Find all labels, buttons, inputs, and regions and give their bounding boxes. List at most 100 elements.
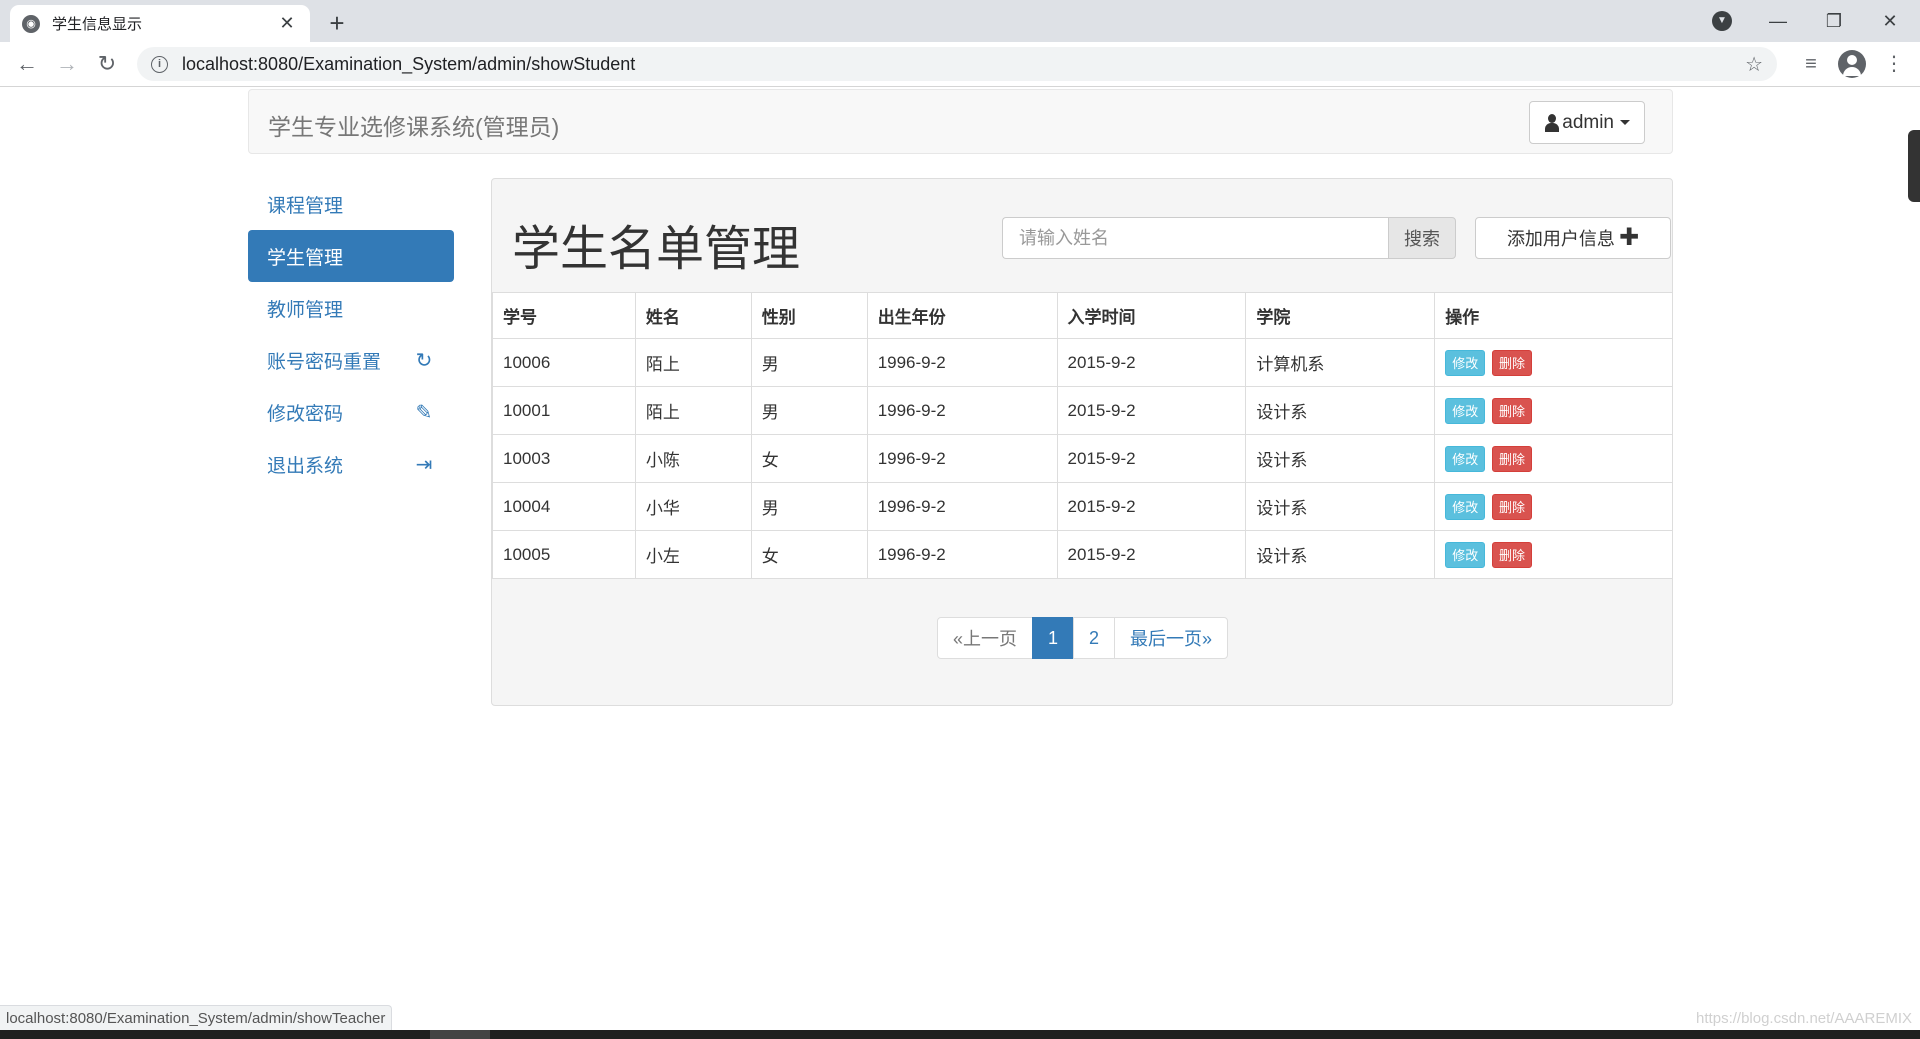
column-header: 姓名 <box>634 292 752 339</box>
bookmark-star-icon[interactable]: ☆ <box>1745 52 1763 77</box>
cell-actions: 修改 删除 <box>1434 482 1673 531</box>
sidebar-item-label: 退出系统 <box>267 455 344 477</box>
app-brand[interactable]: 学生专业选修课系统(管理员) <box>268 108 559 142</box>
cell-gender: 男 <box>750 338 868 387</box>
reload-icon[interactable]: ↻ <box>92 49 122 79</box>
cell-enroll: 2015-9-2 <box>1056 338 1247 387</box>
new-tab-button[interactable]: + <box>322 8 352 38</box>
delete-button[interactable]: 删除 <box>1491 397 1532 424</box>
table-row: 10004 小华 男 1996-9-2 2015-9-2 设计系 修改 删除 <box>492 482 1673 531</box>
cell-college: 设计系 <box>1245 386 1436 435</box>
tab-search-icon[interactable]: ▼ <box>1712 11 1732 31</box>
info-icon[interactable]: i <box>151 55 168 73</box>
sidebar-item-student[interactable]: 学生管理 <box>248 230 454 282</box>
search-input[interactable] <box>1002 217 1388 259</box>
pencil-icon: ✎ <box>415 401 433 424</box>
page-link-1[interactable]: 1 <box>1032 617 1075 659</box>
cell-enroll: 2015-9-2 <box>1056 386 1247 435</box>
page-link-2[interactable]: 2 <box>1073 617 1116 659</box>
student-list-panel: 学生名单管理 搜索 添加用户信息 ✚ 学号 姓名 性别 出生年份 入学时间 学院… <box>491 178 1673 706</box>
delete-button[interactable]: 删除 <box>1491 541 1532 568</box>
cell-name: 小华 <box>634 482 752 531</box>
cell-gender: 男 <box>750 386 868 435</box>
caret-down-icon <box>1620 120 1630 125</box>
sidebar-item-reset-password[interactable]: 账号密码重置 ↻ <box>248 334 454 386</box>
taskbar-item[interactable] <box>430 1030 490 1039</box>
tab-close-icon[interactable]: ✕ <box>276 13 298 34</box>
user-icon <box>1544 113 1560 132</box>
media-control-icon[interactable]: ≡ <box>1796 49 1826 79</box>
table-row: 10006 陌上 男 1996-9-2 2015-9-2 计算机系 修改 删除 <box>492 338 1673 387</box>
delete-button[interactable]: 删除 <box>1491 445 1532 472</box>
address-bar[interactable]: i localhost:8080/Examination_System/admi… <box>137 47 1777 81</box>
search-button[interactable]: 搜索 <box>1388 217 1456 259</box>
browser-tab[interactable]: ◉ 学生信息显示 ✕ <box>10 5 310 42</box>
page-title: 学生名单管理 <box>512 223 801 276</box>
edit-button[interactable]: 修改 <box>1445 541 1486 568</box>
user-dropdown-button[interactable]: admin <box>1529 101 1645 144</box>
cell-college: 设计系 <box>1245 530 1436 579</box>
cell-enroll: 2015-9-2 <box>1056 482 1247 531</box>
edit-button[interactable]: 修改 <box>1445 349 1486 376</box>
sidebar-item-label: 学生管理 <box>267 247 344 269</box>
browser-toolbar: ← → ↻ i localhost:8080/Examination_Syste… <box>0 42 1920 87</box>
cell-gender: 女 <box>750 530 868 579</box>
cell-name: 陌上 <box>634 338 752 387</box>
watermark: https://blog.csdn.net/AAAREMIX <box>1696 1010 1912 1027</box>
cell-student-id: 10003 <box>492 434 636 483</box>
sidebar-item-logout[interactable]: 退出系统 ⇥ <box>248 438 454 490</box>
window-close-icon[interactable]: ✕ <box>1862 0 1918 42</box>
cell-birth: 1996-9-2 <box>866 338 1058 387</box>
back-icon[interactable]: ← <box>12 49 42 79</box>
sidebar-item-label: 修改密码 <box>267 403 344 425</box>
cell-college: 设计系 <box>1245 482 1436 531</box>
cell-student-id: 10001 <box>492 386 636 435</box>
cell-enroll: 2015-9-2 <box>1056 530 1247 579</box>
pagination: «上一页 1 2 最后一页» <box>937 617 1229 659</box>
add-user-label: 添加用户信息 <box>1506 229 1615 249</box>
prev-page-link[interactable]: «上一页 <box>937 617 1034 659</box>
plus-icon: ✚ <box>1618 224 1640 251</box>
delete-button[interactable]: 删除 <box>1491 349 1532 376</box>
cell-actions: 修改 删除 <box>1434 530 1673 579</box>
cell-name: 小左 <box>634 530 752 579</box>
column-header: 学号 <box>492 292 636 339</box>
cell-gender: 女 <box>750 434 868 483</box>
cell-birth: 1996-9-2 <box>866 386 1058 435</box>
side-scroll-widget[interactable] <box>1908 130 1920 202</box>
table-header-row: 学号 姓名 性别 出生年份 入学时间 学院 操作 <box>492 292 1673 339</box>
menu-dots-icon[interactable]: ⋮ <box>1879 49 1909 79</box>
cell-college: 设计系 <box>1245 434 1436 483</box>
cell-birth: 1996-9-2 <box>866 434 1058 483</box>
search-group: 搜索 <box>1002 217 1456 259</box>
student-table: 学号 姓名 性别 出生年份 入学时间 学院 操作 10006 陌上 男 1996… <box>492 292 1673 579</box>
cell-gender: 男 <box>750 482 868 531</box>
column-header: 学院 <box>1245 292 1436 339</box>
restore-icon[interactable]: ❐ <box>1806 0 1862 42</box>
cell-enroll: 2015-9-2 <box>1056 434 1247 483</box>
sidebar-item-change-password[interactable]: 修改密码 ✎ <box>248 386 454 438</box>
column-header: 入学时间 <box>1056 292 1247 339</box>
add-user-button[interactable]: 添加用户信息 ✚ <box>1475 217 1671 259</box>
status-url: localhost:8080/Examination_System/admin/… <box>0 1005 393 1030</box>
sidebar-item-course[interactable]: 课程管理 <box>248 178 454 230</box>
refresh-icon: ↻ <box>415 349 433 372</box>
sidebar-item-teacher[interactable]: 教师管理 <box>248 282 454 334</box>
column-header: 操作 <box>1434 292 1673 339</box>
delete-button[interactable]: 删除 <box>1491 493 1532 520</box>
profile-avatar-icon[interactable] <box>1838 50 1866 78</box>
url-text: localhost:8080/Examination_System/admin/… <box>182 53 636 74</box>
edit-button[interactable]: 修改 <box>1445 445 1486 472</box>
cell-actions: 修改 删除 <box>1434 434 1673 483</box>
forward-icon[interactable]: → <box>52 49 82 79</box>
column-header: 性别 <box>750 292 868 339</box>
sidebar-item-label: 账号密码重置 <box>267 351 382 373</box>
minimize-icon[interactable]: — <box>1750 0 1806 42</box>
edit-button[interactable]: 修改 <box>1445 397 1486 424</box>
last-page-link[interactable]: 最后一页» <box>1114 617 1229 659</box>
tab-title: 学生信息显示 <box>52 16 143 33</box>
cell-actions: 修改 删除 <box>1434 386 1673 435</box>
sidebar-item-label: 教师管理 <box>267 299 344 321</box>
table-row: 10003 小陈 女 1996-9-2 2015-9-2 设计系 修改 删除 <box>492 434 1673 483</box>
edit-button[interactable]: 修改 <box>1445 493 1486 520</box>
